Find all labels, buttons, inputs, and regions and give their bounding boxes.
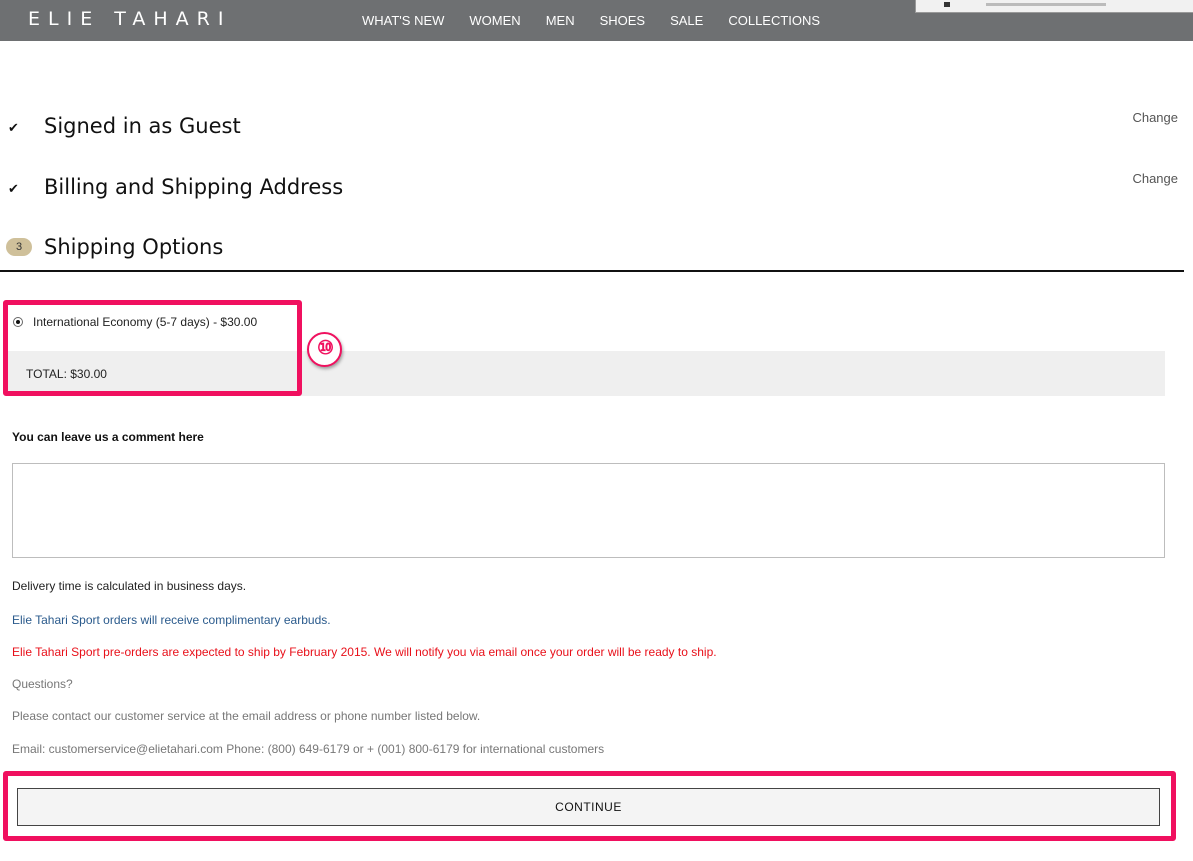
annotation-step-badge: ⑩ <box>307 332 342 367</box>
mini-cart-dropdown-edge <box>915 0 1193 13</box>
step-number-badge: 3 <box>6 238 32 256</box>
nav-sale[interactable]: SALE <box>670 13 703 28</box>
earbuds-promo: Elie Tahari Sport orders will receive co… <box>12 613 331 627</box>
annotation-highlight-shipping <box>3 300 302 396</box>
step-shipping-options: 3 Shipping Options <box>6 235 1178 265</box>
main-nav: WHAT'S NEW WOMEN MEN SHOES SALE COLLECTI… <box>362 13 845 28</box>
delivery-note: Delivery time is calculated in business … <box>12 579 247 593</box>
continue-button[interactable]: CONTINUE <box>17 788 1160 826</box>
step-title-address: Billing and Shipping Address <box>44 175 344 199</box>
contact-note: Please contact our customer service at t… <box>12 709 481 723</box>
check-icon: ✔ <box>8 181 19 196</box>
comment-label: You can leave us a comment here <box>12 430 204 444</box>
top-nav-bar: ELIE TAHARI WHAT'S NEW WOMEN MEN SHOES S… <box>0 0 1193 41</box>
check-icon: ✔ <box>8 120 19 135</box>
dropdown-marker <box>944 2 950 7</box>
step-signed-in: ✔ Signed in as Guest Change <box>8 110 1178 144</box>
contact-details: Email: customerservice@elietahari.com Ph… <box>12 742 605 756</box>
step-title-shipping: Shipping Options <box>44 235 224 259</box>
nav-whats-new[interactable]: WHAT'S NEW <box>362 13 444 28</box>
nav-collections[interactable]: COLLECTIONS <box>728 13 820 28</box>
brand-logo[interactable]: ELIE TAHARI <box>28 8 231 30</box>
nav-women[interactable]: WOMEN <box>469 13 520 28</box>
comment-textarea[interactable] <box>12 463 1165 558</box>
change-guest-link[interactable]: Change <box>1132 110 1178 125</box>
step-title-guest: Signed in as Guest <box>44 114 241 138</box>
dropdown-text-fragment <box>986 3 1106 6</box>
section-divider <box>0 270 1184 272</box>
change-address-link[interactable]: Change <box>1132 171 1178 186</box>
step-billing-shipping: ✔ Billing and Shipping Address Change <box>8 171 1178 205</box>
nav-shoes[interactable]: SHOES <box>600 13 646 28</box>
questions-heading: Questions? <box>12 677 73 691</box>
nav-men[interactable]: MEN <box>546 13 575 28</box>
preorder-notice: Elie Tahari Sport pre-orders are expecte… <box>12 645 717 659</box>
